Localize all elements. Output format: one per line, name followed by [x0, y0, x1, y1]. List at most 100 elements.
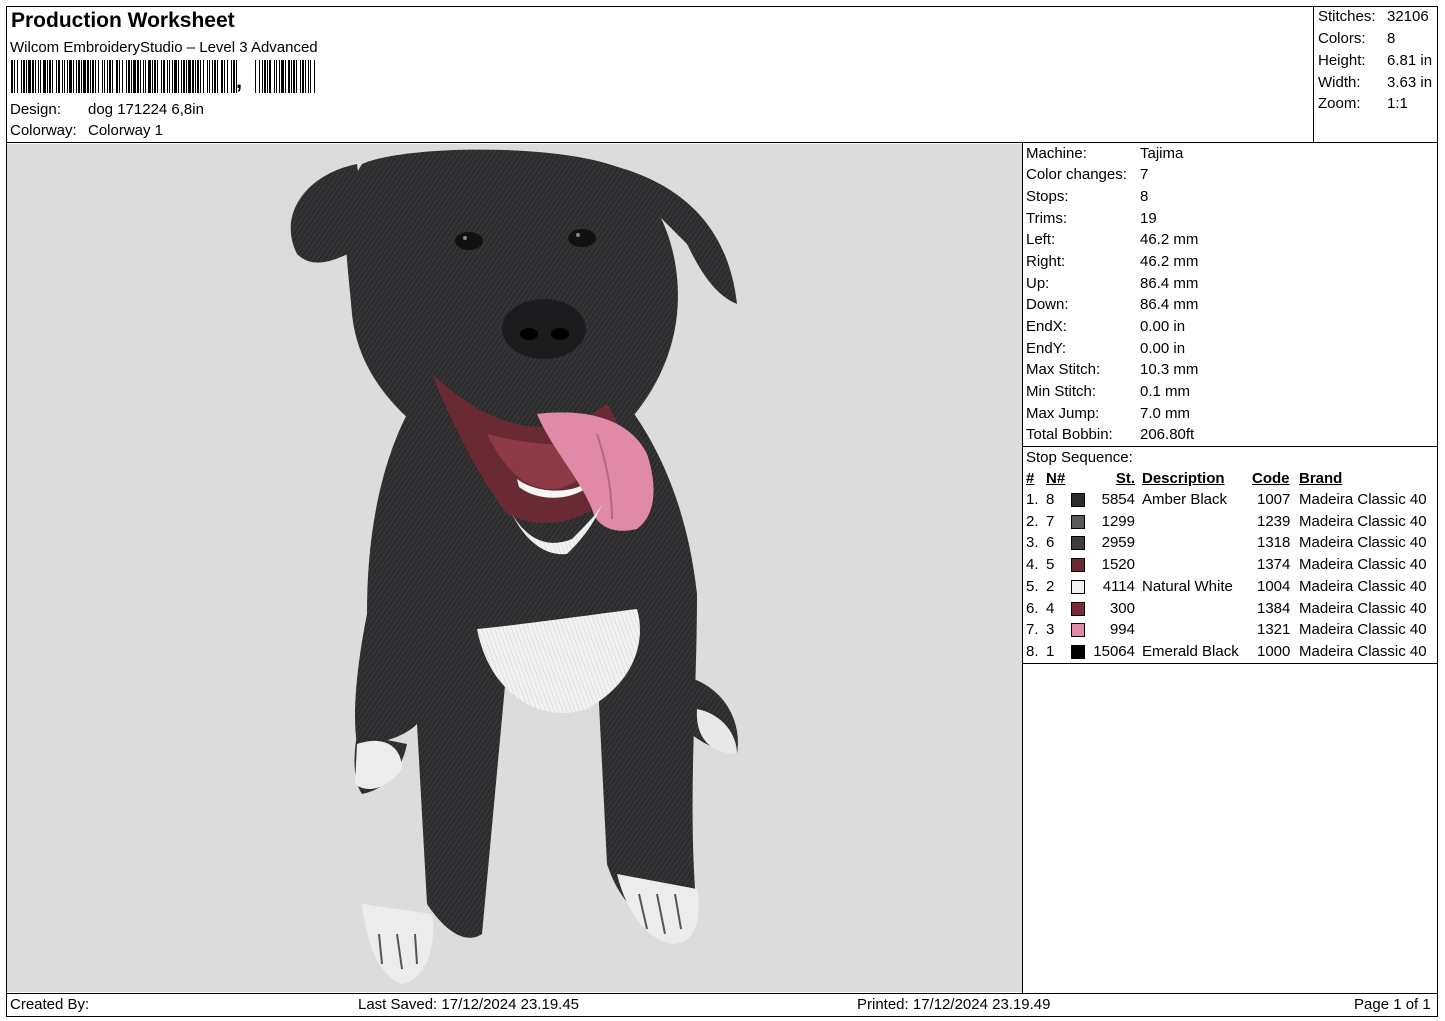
row-needle: 1	[1046, 642, 1055, 660]
row-code: 1007	[1257, 491, 1291, 508]
row-number: 7.	[1026, 621, 1039, 639]
row-code: 1000	[1257, 642, 1291, 660]
detail-value: 86.4 mm	[1140, 296, 1199, 313]
row-code: 1374	[1257, 556, 1291, 574]
row-brand: Madeira Classic 40	[1299, 599, 1427, 617]
design-label: Design:	[10, 101, 61, 118]
software-name: Wilcom EmbroideryStudio – Level 3 Advanc…	[10, 39, 318, 56]
row-brand: Madeira Classic 40	[1299, 556, 1427, 574]
summary-label: Stitches:	[1318, 8, 1376, 25]
row-brand: Madeira Classic 40	[1299, 491, 1427, 508]
footer-last-saved: Last Saved: 17/12/2024 23.19.45	[358, 996, 580, 1013]
detail-label: Max Stitch:	[1026, 361, 1101, 378]
summary-label: Colors:	[1318, 30, 1366, 47]
detail-label: Total Bobbin:	[1026, 426, 1113, 443]
header-divider	[6, 142, 1438, 143]
colorway-label: Colorway:	[10, 122, 77, 139]
footer-divider	[6, 993, 1438, 994]
row-needle: 4	[1046, 599, 1055, 617]
row-stitches: 15064	[1093, 642, 1135, 660]
row-brand: Madeira Classic 40	[1299, 642, 1427, 660]
detail-label: EndY:	[1026, 340, 1067, 357]
row-code: 1321	[1257, 621, 1291, 639]
thread-color-swatch	[1071, 601, 1085, 616]
detail-value: Tajima	[1140, 145, 1184, 162]
row-needle: 3	[1046, 621, 1055, 639]
row-brand: Madeira Classic 40	[1299, 577, 1427, 595]
row-brand: Madeira Classic 40	[1299, 534, 1427, 552]
detail-label: Left:	[1026, 231, 1056, 248]
row-number: 6.	[1026, 599, 1039, 617]
detail-value: 86.4 mm	[1140, 275, 1199, 292]
detail-value: 206.80ft	[1140, 426, 1195, 443]
detail-value: 0.1 mm	[1140, 383, 1191, 400]
row-brand: Madeira Classic 40	[1299, 621, 1427, 639]
thread-color-swatch	[1071, 536, 1085, 551]
row-stitches: 1299	[1101, 512, 1135, 530]
row-needle: 2	[1046, 577, 1055, 595]
detail-value: 46.2 mm	[1140, 253, 1199, 270]
detail-label: EndX:	[1026, 318, 1067, 335]
thread-color-swatch	[1071, 493, 1085, 507]
row-code: 1318	[1257, 534, 1291, 552]
row-stitches: 4114	[1102, 577, 1135, 595]
row-number: 4.	[1026, 556, 1039, 574]
row-stitches: 994	[1109, 621, 1135, 639]
col-header-description: Description	[1142, 470, 1225, 487]
barcode-suffix: ,	[236, 68, 243, 93]
detail-label: Trims:	[1026, 210, 1068, 227]
detail-value: 7	[1140, 166, 1149, 183]
row-number: 1.	[1026, 491, 1039, 508]
summary-value: 6.81 in	[1387, 52, 1433, 69]
col-header-needle: N#	[1046, 470, 1066, 487]
summary-label: Zoom:	[1318, 95, 1361, 112]
summary-value: 1:1	[1387, 95, 1408, 112]
row-stitches: 1520	[1101, 556, 1135, 574]
detail-label: Up:	[1026, 275, 1050, 292]
detail-value: 0.00 in	[1140, 318, 1186, 335]
detail-value: 7.0 mm	[1140, 405, 1191, 422]
summary-label: Height:	[1318, 52, 1366, 69]
footer-created-by: Created By:	[10, 996, 90, 1013]
detail-value: 0.00 in	[1140, 340, 1186, 357]
col-header-brand: Brand	[1299, 470, 1343, 487]
detail-value: 8	[1140, 188, 1149, 205]
row-code: 1239	[1257, 512, 1291, 530]
thread-color-swatch	[1071, 514, 1085, 529]
footer-page-number: Page 1 of 1	[1354, 996, 1431, 1013]
row-number: 2.	[1026, 512, 1039, 530]
row-needle: 6	[1046, 534, 1055, 552]
detail-label: Right:	[1026, 253, 1066, 270]
row-description: Amber Black	[1142, 491, 1228, 508]
detail-value: 10.3 mm	[1140, 361, 1199, 378]
detail-label: Down:	[1026, 296, 1069, 313]
thread-color-swatch	[1071, 644, 1085, 659]
row-needle: 5	[1046, 556, 1055, 574]
detail-value: 19	[1140, 210, 1157, 227]
row-needle: 8	[1046, 491, 1055, 508]
preview-divider	[1022, 142, 1023, 993]
row-number: 5.	[1026, 577, 1039, 595]
col-header-code: Code	[1252, 470, 1290, 487]
detail-label: Stops:	[1026, 188, 1069, 205]
col-header-stitches: St.	[1115, 470, 1135, 487]
dog-embroidery-illustration	[290, 149, 738, 984]
stop-sequence-title: Stop Sequence:	[1026, 449, 1133, 466]
row-description: Emerald Black	[1142, 642, 1239, 660]
row-code: 1384	[1257, 599, 1291, 617]
row-number: 8.	[1026, 642, 1039, 660]
row-description: Natural White	[1142, 577, 1233, 595]
col-header-num: #	[1026, 470, 1035, 487]
barcode	[11, 60, 315, 93]
row-code: 1004	[1257, 577, 1291, 595]
page-title: Production Worksheet	[11, 9, 235, 32]
summary-value: 8	[1387, 30, 1396, 47]
detail-label: Min Stitch:	[1026, 383, 1097, 400]
colorway-value: Colorway 1	[88, 122, 164, 139]
summary-divider	[1313, 6, 1314, 143]
summary-value: 32106	[1387, 8, 1429, 25]
thread-color-swatch	[1071, 558, 1085, 573]
detail-value: 46.2 mm	[1140, 231, 1199, 248]
row-brand: Madeira Classic 40	[1299, 512, 1427, 530]
row-stitches: 2959	[1101, 534, 1135, 552]
